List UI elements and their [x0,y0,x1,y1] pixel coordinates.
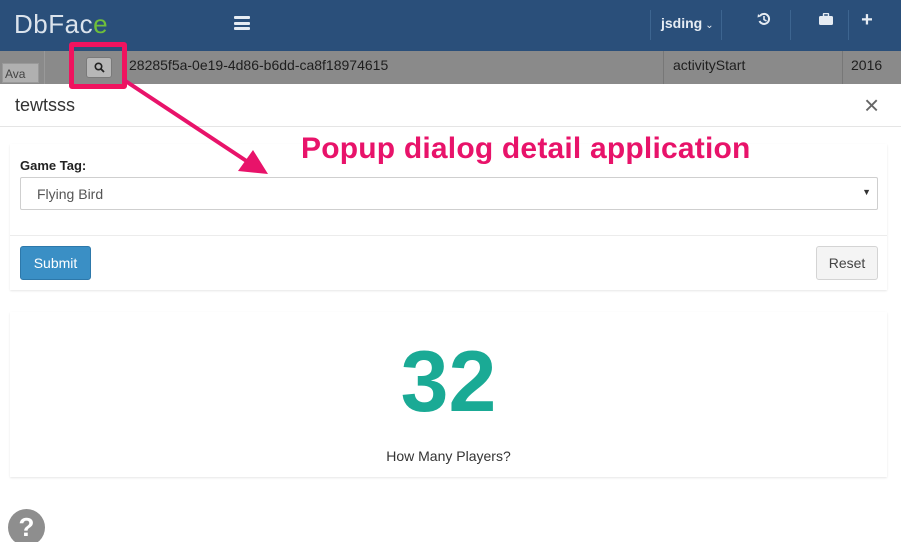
user-menu[interactable]: jsding ⌄ [661,15,714,31]
plus-icon[interactable]: + [857,9,877,32]
reset-button[interactable]: Reset [816,246,878,280]
logo-main-text: DbFac [14,9,94,39]
game-tag-select[interactable]: Flying Bird ▼ [20,177,878,210]
close-icon[interactable]: × [864,92,879,118]
avatar: Ava [2,63,39,83]
dialog-title: tewtsss [15,95,76,115]
game-tag-selected-value: Flying Bird [37,186,104,202]
top-navbar: DbFace jsding ⌄ + [0,0,901,51]
column-divider [842,51,843,84]
navbar-divider [721,10,722,40]
submit-button[interactable]: Submit [20,246,91,280]
table-row: Ava 28285f5a-0e19-4d86-b6dd-ca8f18974615… [0,51,901,84]
stat-value: 32 [400,334,497,430]
row-divider [44,51,45,84]
caret-down-icon: ▼ [862,187,871,197]
navbar-divider [848,10,849,40]
annotation-label: Popup dialog detail application [301,132,751,165]
form-divider [10,235,887,236]
stat-widget: 32 How Many Players? [10,312,887,477]
menu-toggle-icon[interactable] [234,16,250,30]
row-event-cell: activityStart [673,57,746,73]
chevron-down-icon: ⌄ [705,20,714,31]
briefcase-icon[interactable] [816,12,836,30]
logo-accent-text: e [93,9,109,39]
help-icon[interactable]: ? [8,509,45,542]
app-logo[interactable]: DbFace [14,9,108,40]
game-tag-label: Game Tag: [20,158,87,173]
navbar-divider [650,10,651,40]
dialog-header: tewtsss × [0,84,901,127]
highlight-box [69,42,127,89]
username-label: jsding [661,15,703,31]
history-icon[interactable] [754,12,774,31]
stat-label: How Many Players? [386,448,511,464]
column-divider [663,51,664,84]
navbar-divider [790,10,791,40]
row-date-cell: 2016 [851,57,883,73]
row-id-cell: 28285f5a-0e19-4d86-b6dd-ca8f18974615 [129,57,389,73]
